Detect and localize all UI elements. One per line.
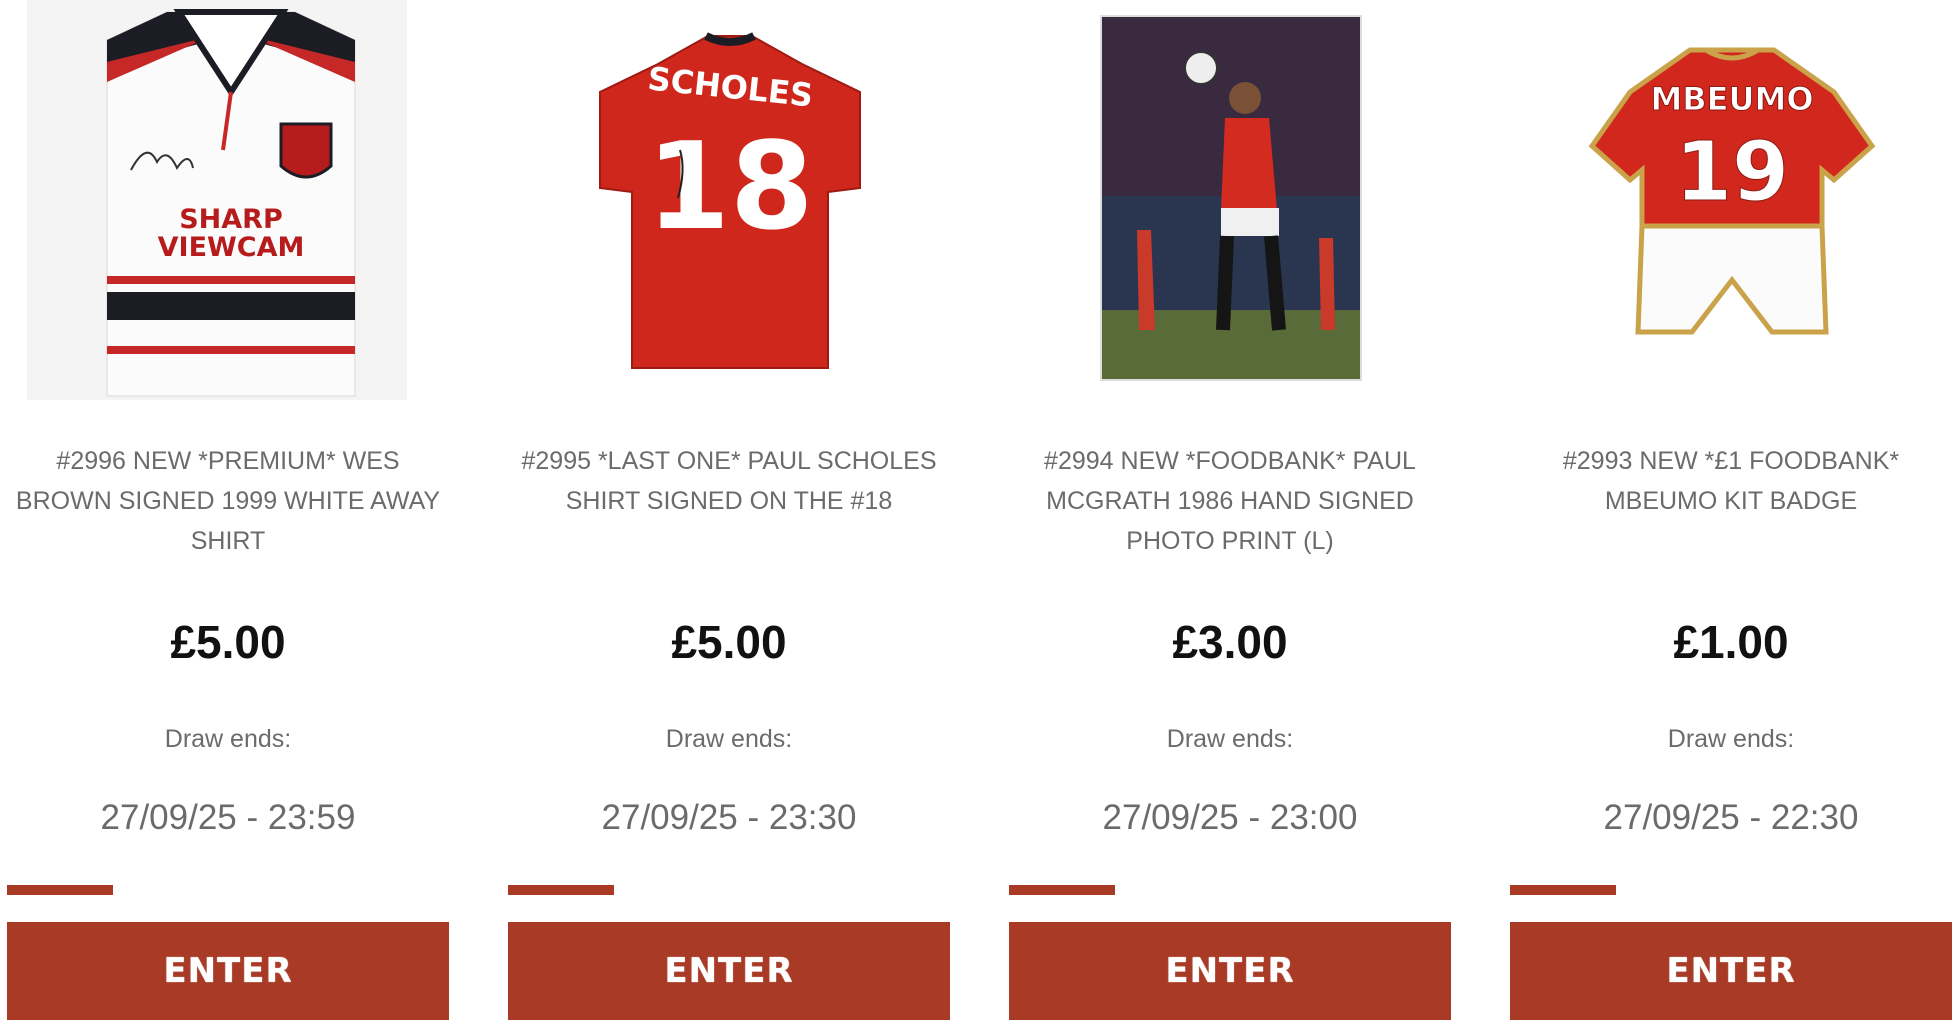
progress-bar-fill xyxy=(1009,885,1116,895)
red-scholes-shirt-image: SCHOLES 18 xyxy=(599,32,861,369)
enter-button[interactable]: ENTER xyxy=(1009,922,1451,1020)
product-title[interactable]: #2996 NEW *PREMIUM* WES BROWN SIGNED 199… xyxy=(7,441,449,571)
progress-bar xyxy=(1510,885,1952,895)
progress-bar-fill xyxy=(7,885,114,895)
progress-bar-fill xyxy=(1510,885,1617,895)
kit-badge-image: MBEUMO 19 xyxy=(1588,47,1876,335)
draw-end-date: 27/09/25 - 23:00 xyxy=(1102,798,1358,837)
white-away-shirt-image: SHARP VIEWCAM xyxy=(27,0,407,400)
product-card: #2994 NEW *FOODBANK* PAUL MCGRATH 1986 H… xyxy=(1009,0,1451,1028)
product-title[interactable]: #2993 NEW *£1 FOODBANK* MBEUMO KIT BADGE xyxy=(1510,441,1952,571)
draw-end-date: 27/09/25 - 22:30 xyxy=(1603,798,1859,837)
product-image[interactable]: SHARP VIEWCAM xyxy=(7,0,449,410)
progress-bar xyxy=(1009,885,1451,895)
product-card: MBEUMO 19 #2993 NEW *£1 FOODBANK* MBEUMO… xyxy=(1510,0,1952,1028)
draw-end-date: 27/09/25 - 23:30 xyxy=(601,798,857,837)
draw-ends-label: Draw ends: xyxy=(1166,725,1294,753)
enter-button[interactable]: ENTER xyxy=(508,922,950,1020)
product-title[interactable]: #2995 *LAST ONE* PAUL SCHOLES SHIRT SIGN… xyxy=(508,441,950,571)
product-price: £5.00 xyxy=(671,616,787,668)
enter-button[interactable]: ENTER xyxy=(1510,922,1952,1020)
product-image[interactable]: MBEUMO 19 xyxy=(1510,0,1952,410)
product-card: SHARP VIEWCAM #2996 NEW *PREMIUM* WES BR… xyxy=(7,0,449,1028)
progress-bar xyxy=(7,885,449,895)
enter-button[interactable]: ENTER xyxy=(7,922,449,1020)
draw-ends-label: Draw ends: xyxy=(1667,725,1795,753)
product-title[interactable]: #2994 NEW *FOODBANK* PAUL MCGRATH 1986 H… xyxy=(1009,441,1451,571)
badge-name-text: MBEUMO xyxy=(1650,80,1813,118)
shirt-sponsor-text: SHARP xyxy=(179,204,283,235)
draw-ends-label: Draw ends: xyxy=(164,725,292,753)
progress-bar xyxy=(508,885,950,895)
product-price: £3.00 xyxy=(1172,616,1288,668)
draw-end-date: 27/09/25 - 23:59 xyxy=(100,798,356,837)
product-card: SCHOLES 18 #2995 *LAST ONE* PAUL SCHOLES… xyxy=(508,0,950,1028)
draw-ends-label: Draw ends: xyxy=(665,725,793,753)
product-image[interactable]: SCHOLES 18 xyxy=(508,0,950,410)
progress-bar-fill xyxy=(508,885,615,895)
shirt-number-text: 18 xyxy=(647,118,814,257)
shirt-sponsor-text: VIEWCAM xyxy=(158,232,305,263)
badge-number-text: 19 xyxy=(1675,125,1789,220)
product-image[interactable] xyxy=(1009,0,1451,410)
product-price: £5.00 xyxy=(170,616,286,668)
product-grid: SHARP VIEWCAM #2996 NEW *PREMIUM* WES BR… xyxy=(0,0,1956,1028)
signed-photo-print-image xyxy=(1100,15,1362,381)
product-price: £1.00 xyxy=(1673,616,1789,668)
